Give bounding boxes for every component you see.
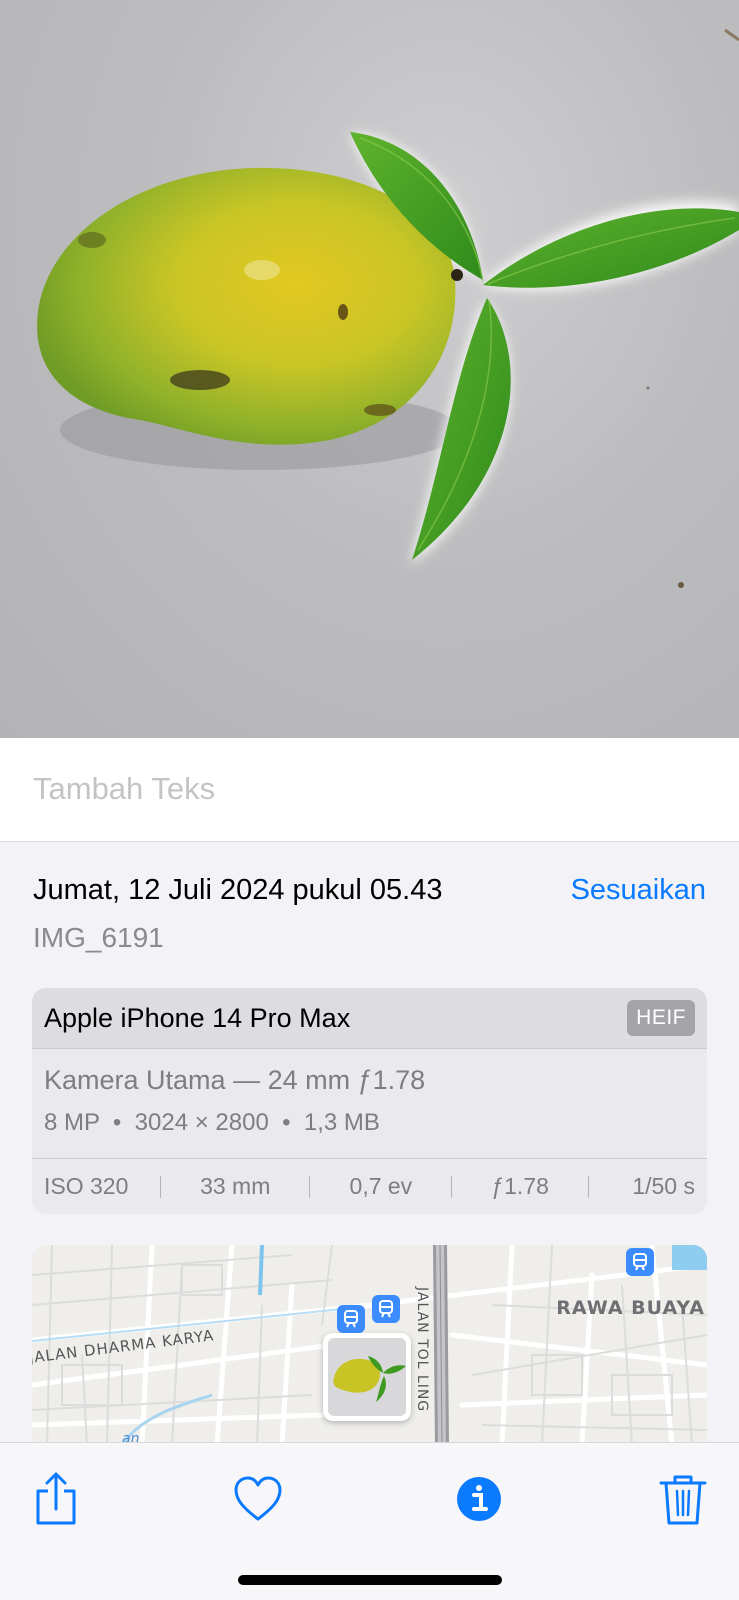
photo-viewer[interactable]	[0, 0, 739, 738]
exif-aperture: ƒ1.78	[491, 1173, 549, 1199]
caption-placeholder[interactable]: Tambah Teks	[33, 771, 215, 807]
exif-shutter: 1/50 s	[632, 1173, 695, 1199]
exif-iso: ISO 320	[44, 1173, 129, 1199]
format-badge: HEIF	[627, 1000, 695, 1036]
train-station-icon[interactable]	[337, 1305, 365, 1333]
map-photo-pin[interactable]	[323, 1333, 411, 1421]
lens-info: Kamera Utama — 24 mm ƒ1.78	[44, 1065, 426, 1095]
share-icon[interactable]	[26, 1469, 86, 1529]
adjust-date-button[interactable]: Sesuaikan	[571, 874, 706, 907]
metadata-header: Apple iPhone 14 Pro Max HEIF	[32, 988, 707, 1049]
home-indicator[interactable]	[238, 1575, 502, 1585]
exif-focal-length: 33 mm	[200, 1173, 271, 1199]
photo-date-time: Jumat, 12 Juli 2024 pukul 05.43	[33, 874, 443, 906]
photo-filename: IMG_6191	[33, 922, 164, 953]
info-icon[interactable]	[449, 1469, 509, 1529]
caption-area[interactable]: Tambah Teks	[0, 738, 739, 842]
trash-icon[interactable]	[653, 1469, 713, 1529]
heart-icon[interactable]	[228, 1469, 288, 1529]
metadata-card: Apple iPhone 14 Pro Max HEIF Kamera Utam…	[32, 988, 707, 1214]
mango-photo	[37, 28, 739, 588]
map-pin-thumbnail	[328, 1338, 406, 1416]
exif-exposure: 0,7 ev	[349, 1173, 413, 1199]
location-map[interactable]: an RAWA BUAYA JALAN DHARMA KARYA JALAN T…	[32, 1245, 707, 1445]
device-name: Apple iPhone 14 Pro Max	[44, 1003, 351, 1033]
train-station-icon[interactable]	[372, 1295, 400, 1323]
map-label-highway: JALAN TOL LING	[414, 1287, 430, 1413]
map-label-district: RAWA BUAYA	[556, 1297, 705, 1319]
image-specs: 8 MP • 3024 × 2800 • 1,3 MB	[44, 1109, 380, 1136]
exif-row: ISO 320 33 mm 0,7 ev ƒ1.78 1/50 s	[32, 1158, 707, 1214]
train-station-icon[interactable]	[626, 1248, 654, 1276]
